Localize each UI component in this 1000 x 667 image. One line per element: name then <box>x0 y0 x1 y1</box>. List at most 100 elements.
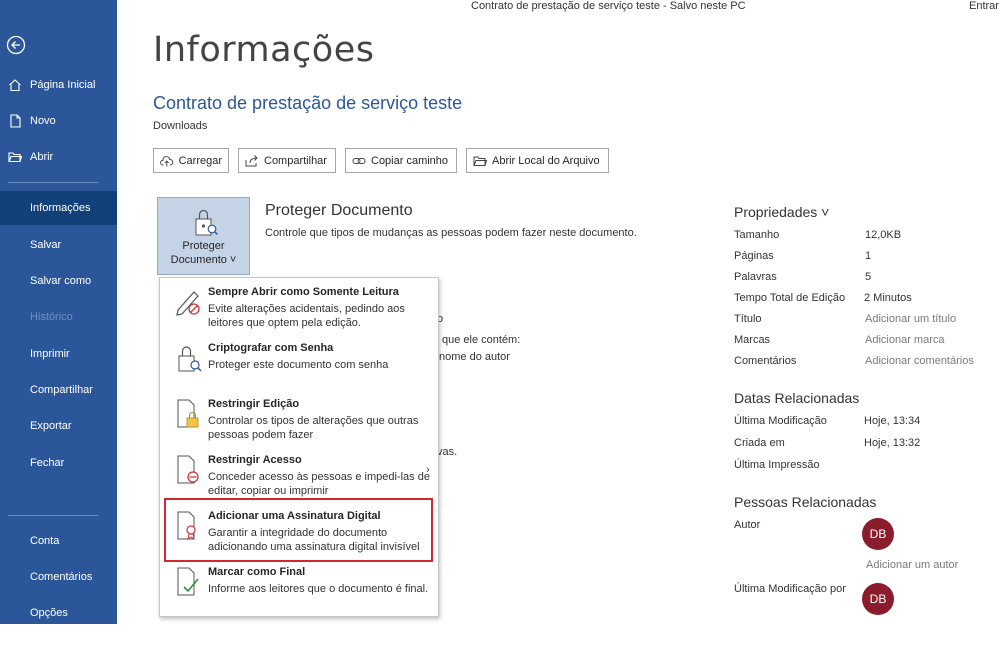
menu-item-restrict-access[interactable]: Restringir Acesso Conceder acesso às pes… <box>160 450 438 504</box>
date-label: Última Modificação <box>734 415 827 427</box>
property-label: Tamanho <box>734 229 780 241</box>
nav-feedback-label: Comentários <box>30 571 93 583</box>
sign-in-link[interactable]: Entrar <box>969 0 999 12</box>
nav-print[interactable]: Imprimir <box>0 337 117 371</box>
nav-options-label: Opções <box>30 607 68 619</box>
nav-account[interactable]: Conta <box>0 524 117 558</box>
property-label: Comentários <box>734 355 797 367</box>
upload-label: Carregar <box>178 154 222 167</box>
document-check-icon <box>177 567 199 596</box>
nav-info[interactable]: Informações <box>0 191 117 225</box>
document-location: Downloads <box>153 120 208 132</box>
last-modified-by-avatar[interactable]: DB <box>862 583 894 615</box>
nav-close[interactable]: Fechar <box>0 446 117 480</box>
menu-item-restrict-editing[interactable]: Restringir Edição Controlar os tipos de … <box>160 394 438 448</box>
nav-feedback[interactable]: Comentários <box>0 560 117 594</box>
backstage-sidebar: Página Inicial Novo Abrir Informações Sa… <box>0 0 117 624</box>
menu-item-description: Informe aos leitores que o documento é f… <box>208 583 429 595</box>
window-title: Contrato de prestação de serviço teste -… <box>471 0 746 12</box>
menu-item-read-only[interactable]: Sempre Abrir como Somente Leitura Evite … <box>160 282 438 336</box>
sidebar-divider <box>8 515 98 516</box>
nav-new-label: Novo <box>30 115 56 127</box>
menu-item-title: Restringir Edição <box>208 398 300 410</box>
share-icon <box>245 154 258 166</box>
nav-share[interactable]: Compartilhar <box>0 373 117 407</box>
date-value: Hoje, 13:34 <box>864 415 921 427</box>
lock-document-icon <box>195 209 218 236</box>
nav-open[interactable]: Abrir <box>0 140 117 174</box>
page-title: Informações <box>153 30 375 70</box>
property-label: Páginas <box>734 250 774 262</box>
nav-options[interactable]: Opções <box>0 596 117 630</box>
add-tag-field[interactable]: Adicionar marca <box>865 334 944 346</box>
share-button[interactable]: Compartilhar <box>238 148 336 173</box>
nav-new[interactable]: Novo <box>0 104 117 138</box>
nav-share-label: Compartilhar <box>30 384 93 396</box>
nav-open-label: Abrir <box>30 151 54 163</box>
upload-button[interactable]: Carregar <box>153 148 229 173</box>
back-arrow-icon[interactable] <box>6 35 26 55</box>
backstage-view: Página Inicial Novo Abrir Informações Sa… <box>0 0 1000 667</box>
property-value: 1 <box>865 250 872 262</box>
nav-save-as[interactable]: Salvar como <box>0 264 117 298</box>
menu-item-title: Criptografar com Senha <box>208 342 334 354</box>
date-value: Hoje, 13:32 <box>864 437 921 449</box>
property-label: Tempo Total de Edição <box>734 292 846 304</box>
date-label: Última Impressão <box>734 459 820 471</box>
open-folder-icon <box>8 152 22 163</box>
open-file-location-button[interactable]: Abrir Local do Arquivo <box>466 148 609 173</box>
property-label: Título <box>734 313 762 325</box>
protect-document-description: Controle que tipos de mudanças as pessoa… <box>265 227 637 239</box>
protect-document-button[interactable]: Proteger Documento ˅ <box>157 197 250 275</box>
property-value: 12,0KB <box>865 229 902 241</box>
nav-info-label: Informações <box>30 202 91 214</box>
nav-home[interactable]: Página Inicial <box>0 68 117 102</box>
menu-item-description: Conceder acesso às pessoas e impedi-las … <box>208 471 430 497</box>
date-label: Criada em <box>734 437 785 449</box>
cloud-upload-icon <box>160 155 174 166</box>
protect-document-label-line2: Documento ˅ <box>170 254 237 266</box>
protect-document-label-line1: Proteger <box>182 240 225 252</box>
menu-item-title: Sempre Abrir como Somente Leitura <box>208 286 399 298</box>
menu-item-title: Marcar como Final <box>208 566 306 578</box>
protect-document-menu: Sempre Abrir como Somente Leitura Evite … <box>159 277 439 617</box>
nav-close-label: Fechar <box>30 457 65 469</box>
pencil-no-icon <box>176 291 200 316</box>
related-people-heading: Pessoas Relacionadas <box>734 494 877 510</box>
home-icon <box>9 79 21 92</box>
open-file-location-label: Abrir Local do Arquivo <box>492 154 600 167</box>
add-author-link[interactable]: Adicionar um autor <box>866 559 958 571</box>
properties-heading[interactable]: Propriedades ˅ <box>734 204 829 220</box>
sidebar-divider <box>8 182 98 183</box>
lock-icon <box>178 346 202 372</box>
document-lock-icon <box>177 399 199 428</box>
document-name: Contrato de prestação de serviço teste <box>153 93 463 113</box>
hidden-section-text: que ele contém: <box>442 334 521 346</box>
author-label: Autor <box>734 519 761 531</box>
menu-item-description: Controlar os tipos de alterações que out… <box>208 415 419 441</box>
nav-history: Histórico <box>0 300 117 334</box>
nav-export-label: Exportar <box>30 420 72 432</box>
protect-document-label: Proteger Documento ˅ <box>158 239 249 267</box>
submenu-arrow-icon: › <box>426 464 430 476</box>
author-avatar[interactable]: DB <box>862 518 894 550</box>
add-title-field[interactable]: Adicionar um título <box>865 313 956 325</box>
menu-item-encrypt-password[interactable]: Criptografar com Senha Proteger este doc… <box>160 338 438 392</box>
last-modified-by-label: Última Modificação por <box>734 583 846 595</box>
nav-account-label: Conta <box>30 535 60 547</box>
add-comments-field[interactable]: Adicionar comentários <box>865 355 974 367</box>
menu-item-title: Restringir Acesso <box>208 454 302 466</box>
property-value: 5 <box>865 271 872 283</box>
nav-save-label: Salvar <box>30 239 62 251</box>
menu-item-mark-as-final[interactable]: Marcar como Final Informe aos leitores q… <box>160 562 438 616</box>
protect-document-heading: Proteger Documento <box>265 202 413 219</box>
nav-print-label: Imprimir <box>30 348 70 360</box>
related-dates-heading: Datas Relacionadas <box>734 390 860 406</box>
property-label: Marcas <box>734 334 771 346</box>
copy-path-button[interactable]: Copiar caminho <box>345 148 457 173</box>
hidden-section-text: vas. <box>437 446 458 458</box>
nav-home-label: Página Inicial <box>30 79 96 91</box>
nav-export[interactable]: Exportar <box>0 409 117 443</box>
highlight-annotation <box>164 498 433 562</box>
nav-save[interactable]: Salvar <box>0 228 117 262</box>
